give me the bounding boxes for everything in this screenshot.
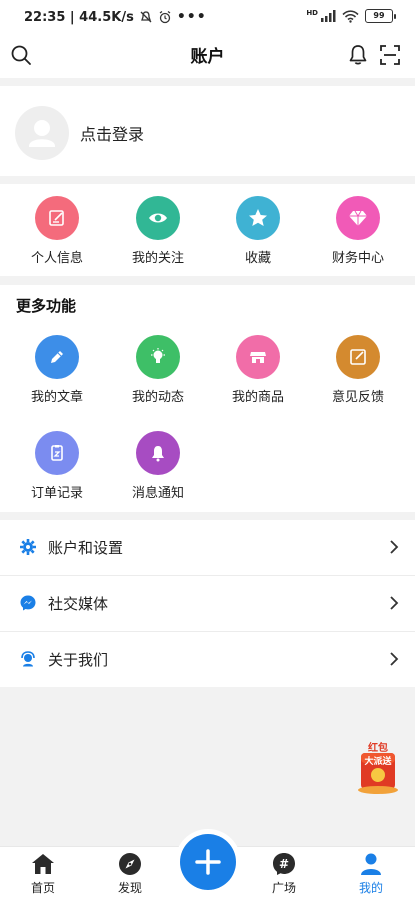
function-label: 订单记录: [30, 486, 83, 501]
quick-item-icon-bg: [35, 196, 79, 240]
user-placeholder-icon: [29, 120, 55, 147]
messenger-icon: [20, 595, 36, 611]
store-icon: [250, 352, 266, 363]
status-time-speed: 22:35 | 44.5K/s: [24, 9, 134, 25]
tab-label: 广场: [271, 881, 296, 895]
list-item-label: 账户和设置: [48, 539, 124, 557]
promo-text-line1: 红包: [368, 743, 388, 754]
scan-icon[interactable]: [378, 43, 402, 67]
login-link[interactable]: 点击登录: [80, 121, 144, 145]
function-icon-bg: [236, 335, 280, 379]
lightbulb-icon: [151, 348, 165, 363]
quick-item-label: 财务中心: [331, 251, 384, 266]
chevron-right-icon: [390, 652, 399, 666]
quick-item-finance[interactable]: 财务中心: [308, 196, 408, 266]
list-item-about-us[interactable]: 关于我们: [0, 632, 415, 687]
list-item-label: 社交媒体: [48, 595, 109, 613]
function-label: 消息通知: [131, 486, 184, 501]
bell-icon: [152, 446, 164, 462]
function-icon-bg: [136, 335, 180, 379]
section-title: 更多功能: [16, 297, 77, 315]
person-icon: [361, 853, 381, 875]
chevron-right-icon: [390, 540, 399, 554]
tab-home[interactable]: 首页: [13, 851, 73, 896]
wifi-icon: [342, 9, 359, 23]
tab-discover[interactable]: 发现: [100, 851, 160, 896]
support-icon: [21, 651, 35, 667]
eye-icon: [149, 213, 167, 223]
alarm-icon: [159, 10, 171, 24]
quick-item-icon-bg: [136, 196, 180, 240]
diamond-icon: [349, 210, 367, 226]
avatar[interactable]: [15, 106, 69, 160]
more-status-icon: •••: [176, 9, 207, 25]
chevron-right-icon: [390, 596, 399, 610]
compass-icon: [119, 853, 141, 875]
more-functions-card: 更多功能 我的文章 我的动态 我的商品 意见反馈 订单记录 消息通知: [0, 285, 415, 512]
hashtag-icon: #: [273, 853, 295, 875]
quick-item-icon-bg: [236, 196, 280, 240]
function-item-my-posts[interactable]: 我的动态: [108, 335, 208, 405]
function-item-my-articles[interactable]: 我的文章: [7, 335, 107, 405]
tab-label: 发现: [117, 881, 142, 895]
promo-text-line2: 大派送: [364, 757, 392, 767]
function-item-my-products[interactable]: 我的商品: [208, 335, 308, 405]
profile-card[interactable]: 点击登录: [0, 86, 415, 176]
function-icon-bg: [35, 431, 79, 475]
function-icon-bg: [136, 431, 180, 475]
pencil-icon: [51, 351, 63, 363]
signal-icon: [321, 10, 336, 22]
quick-item-label: 收藏: [244, 251, 271, 266]
function-label: 意见反馈: [331, 390, 384, 405]
function-label: 我的商品: [231, 390, 284, 405]
quick-item-favorites[interactable]: 收藏: [208, 196, 308, 266]
top-bar: 账户: [0, 34, 415, 78]
quick-item-following[interactable]: 我的关注: [108, 196, 208, 266]
status-bar: 22:35 | 44.5K/s ••• HD 99: [0, 0, 415, 34]
quick-menu: 个人信息 我的关注 收藏 财务中心: [0, 184, 415, 276]
star-icon: [249, 209, 267, 226]
function-item-orders[interactable]: 订单记录: [7, 431, 107, 501]
tab-square[interactable]: # 广场: [254, 851, 314, 896]
svg-text:#: #: [279, 857, 289, 871]
function-label: 我的文章: [30, 390, 83, 405]
plus-icon: [195, 849, 221, 875]
tab-label: 首页: [30, 881, 55, 895]
list-item-social-media[interactable]: 社交媒体: [0, 576, 415, 632]
function-item-feedback[interactable]: 意见反馈: [308, 335, 408, 405]
quick-item-personal-info[interactable]: 个人信息: [7, 196, 107, 266]
function-icon-bg: [35, 335, 79, 379]
settings-list: 账户和设置 社交媒体 关于我们: [0, 520, 415, 687]
clipboard-icon: [51, 445, 63, 461]
add-post-button[interactable]: [180, 834, 236, 890]
feedback-icon: [350, 349, 366, 365]
network-label: HD: [306, 9, 318, 17]
red-packet-promo[interactable]: 红包 大派送: [355, 737, 401, 795]
list-item-account-settings[interactable]: 账户和设置: [0, 520, 415, 576]
function-item-notifications[interactable]: 消息通知: [108, 431, 208, 501]
mute-icon: [140, 11, 152, 23]
gear-icon: [20, 539, 36, 555]
bell-icon[interactable]: [346, 43, 370, 67]
tab-label: 我的: [358, 881, 383, 895]
function-label: 我的动态: [131, 390, 184, 405]
tab-mine[interactable]: 我的: [341, 851, 401, 896]
edit-icon: [49, 210, 64, 226]
quick-item-label: 我的关注: [131, 251, 184, 266]
home-icon: [32, 854, 54, 874]
quick-item-label: 个人信息: [30, 251, 83, 266]
list-item-label: 关于我们: [48, 651, 109, 669]
quick-item-icon-bg: [336, 196, 380, 240]
function-icon-bg: [336, 335, 380, 379]
battery-indicator: 99: [365, 9, 396, 23]
